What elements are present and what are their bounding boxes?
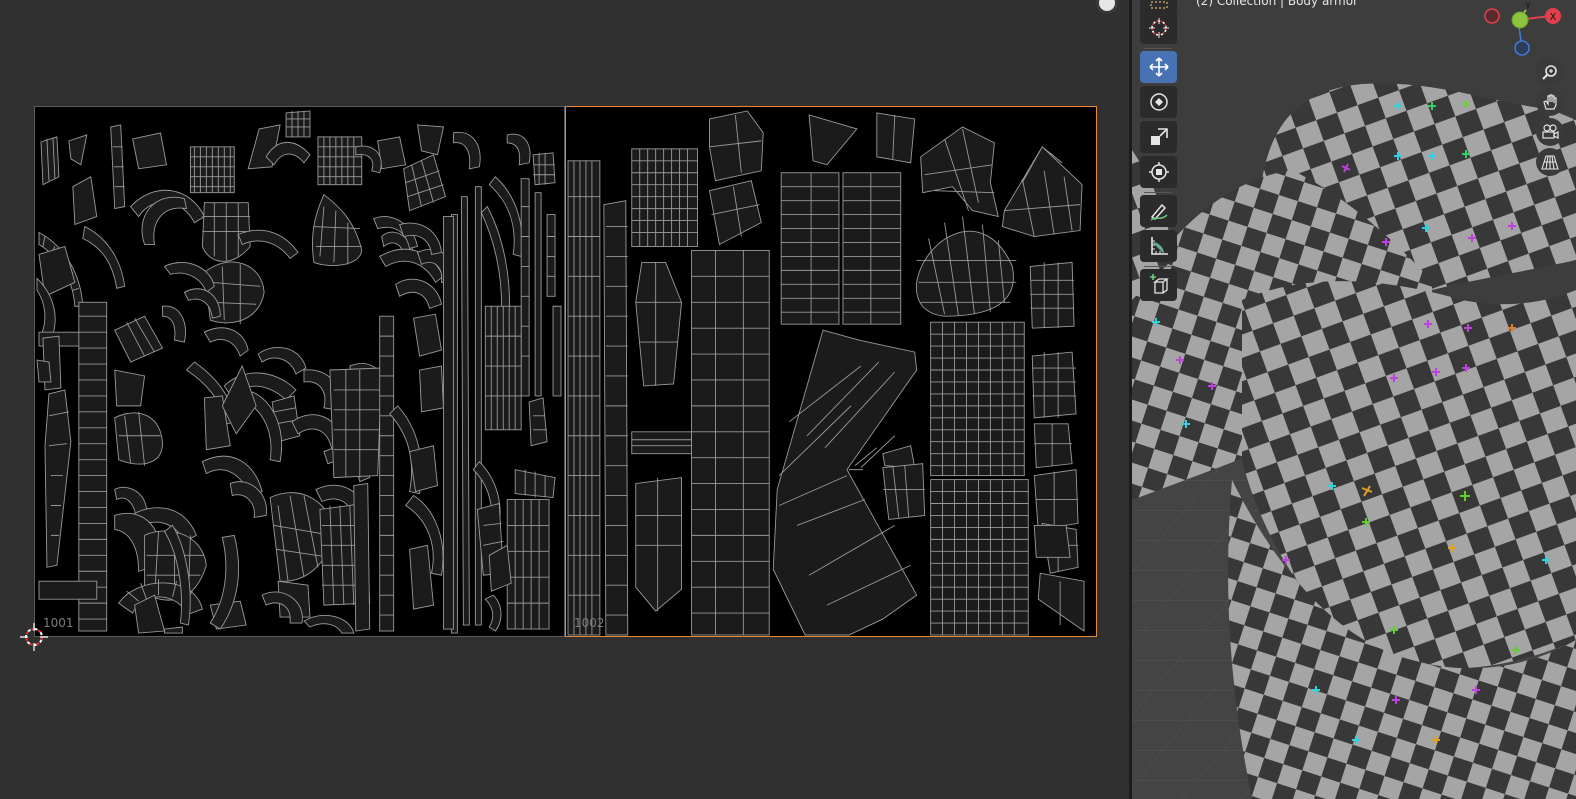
gizmo-y-axis <box>1511 11 1529 29</box>
pan-button[interactable] <box>1536 88 1564 116</box>
udim-tile-1002[interactable]: 1002 <box>565 106 1097 637</box>
scale-icon <box>1150 128 1168 145</box>
camera-view-button[interactable] <box>1536 118 1564 146</box>
measure-tool[interactable] <box>1140 230 1177 262</box>
header-toggle-button[interactable] <box>1096 0 1118 14</box>
tile-label-1002: 1002 <box>574 616 605 630</box>
add-cube-tool[interactable] <box>1140 269 1177 301</box>
cursor-tool[interactable] <box>1140 12 1177 44</box>
gizmo-x-label: X <box>1550 12 1557 23</box>
transform-tool[interactable] <box>1140 156 1177 188</box>
scale-tool[interactable] <box>1140 121 1177 153</box>
camera-icon <box>1542 124 1559 139</box>
annotate-tool[interactable] <box>1140 195 1177 227</box>
rotate-icon <box>1149 93 1168 111</box>
perspective-grid-icon <box>1541 155 1559 170</box>
viewport-scene <box>1132 0 1576 799</box>
zoom-button[interactable] <box>1536 58 1564 86</box>
add-cube-icon <box>1149 274 1169 294</box>
uv-editor-area[interactable]: 1001 1002 <box>0 0 1129 799</box>
pan-hand-icon <box>1543 94 1557 110</box>
gizmo-neg-x <box>1484 8 1500 24</box>
gizmo-y-label: Y <box>1524 2 1531 12</box>
select-box-icon <box>1149 1 1168 9</box>
transform-icon <box>1148 162 1169 182</box>
move-icon <box>1148 57 1169 77</box>
uv-islands-1002 <box>567 110 1085 636</box>
2d-cursor-icon[interactable] <box>20 623 48 651</box>
move-tool[interactable] <box>1140 51 1177 83</box>
navigation-gizmo[interactable]: X Y <box>1482 0 1576 60</box>
cursor-icon <box>1148 18 1169 38</box>
zoom-icon <box>1542 65 1557 80</box>
annotate-icon <box>1149 203 1168 221</box>
gizmo-z-axis <box>1514 40 1530 56</box>
perspective-toggle-button[interactable] <box>1536 148 1564 176</box>
viewport-info-text: (2) Collection | Body armor <box>1196 0 1358 8</box>
uv-islands-1001 <box>36 110 562 634</box>
udim-tile-1001[interactable]: 1001 <box>34 106 565 637</box>
3d-viewport[interactable]: (2) Collection | Body armor X Y <box>1132 0 1576 799</box>
rotate-tool[interactable] <box>1140 86 1177 118</box>
measure-icon <box>1150 237 1168 255</box>
